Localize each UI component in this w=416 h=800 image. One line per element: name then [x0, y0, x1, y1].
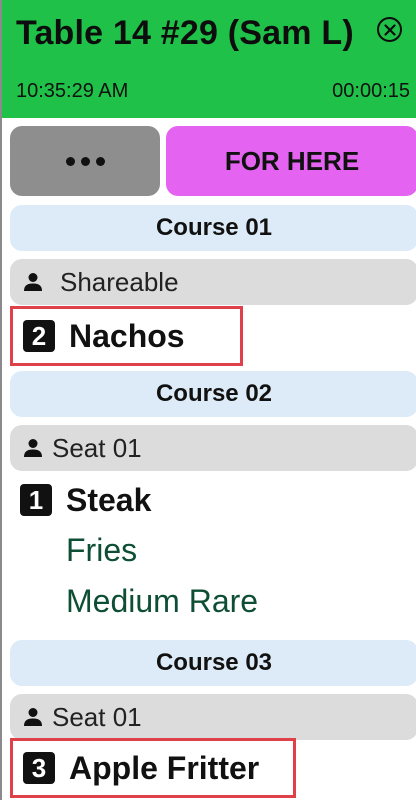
course-header-03: Course 03 — [10, 640, 416, 686]
close-icon[interactable] — [377, 17, 402, 42]
item-modifier: Fries — [66, 532, 138, 568]
person-icon — [24, 439, 42, 457]
seat-label: Seat 01 — [52, 432, 142, 463]
order-item-apple-fritter[interactable]: 3 Apple Fritter — [10, 738, 296, 798]
order-item-steak[interactable]: 1 Steak — [10, 470, 151, 530]
ticket-header: Table 14 #29 (Sam L) 10:35:29 AM 00:00:1… — [2, 0, 416, 118]
ticket-title: Table 14 #29 (Sam L) — [16, 14, 354, 52]
person-icon — [24, 273, 42, 291]
order-item-nachos[interactable]: 2 Nachos — [10, 306, 243, 366]
item-name: Nachos — [69, 317, 185, 354]
quantity-badge: 2 — [23, 320, 55, 352]
dine-option-button[interactable]: FOR HERE — [166, 126, 416, 196]
seat-label: Shareable — [60, 266, 179, 297]
elapsed-timer: 00:00:15 — [332, 80, 410, 102]
more-options-button[interactable] — [10, 126, 160, 196]
seat-label: Seat 01 — [52, 701, 142, 732]
order-time: 10:35:29 AM — [16, 80, 129, 102]
person-icon — [24, 708, 42, 726]
quantity-badge: 1 — [20, 484, 52, 516]
seat-header-seat-01: Seat 01 — [10, 425, 416, 471]
item-name: Apple Fritter — [69, 749, 260, 786]
quantity-badge: 3 — [23, 752, 55, 784]
seat-header-shareable: Shareable — [10, 259, 416, 305]
seat-header-seat-01: Seat 01 — [10, 694, 416, 740]
item-name: Steak — [66, 481, 152, 518]
course-header-02: Course 02 — [10, 371, 416, 417]
order-ticket: Table 14 #29 (Sam L) 10:35:29 AM 00:00:1… — [0, 0, 416, 800]
item-modifier: Medium Rare — [66, 583, 259, 619]
ellipsis-icon — [65, 156, 105, 166]
course-header-01: Course 01 — [10, 205, 416, 251]
